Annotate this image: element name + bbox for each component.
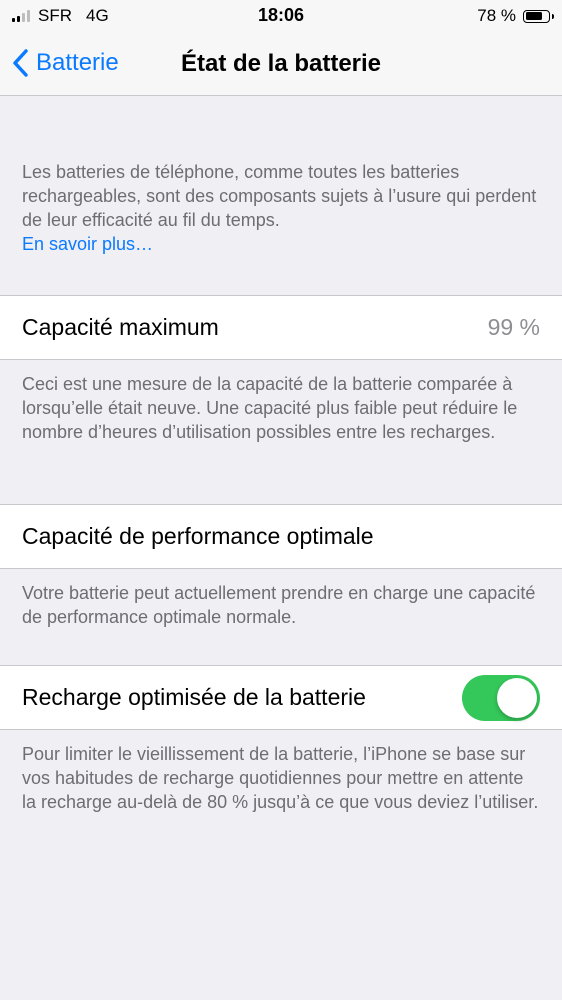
toggle-knob (497, 678, 537, 718)
status-right: 78 % (477, 6, 554, 26)
max-capacity-cell: Capacité maximum 99 % (0, 295, 562, 360)
page-title: État de la batterie (180, 50, 382, 77)
battery-icon (523, 9, 554, 23)
max-capacity-label: Capacité maximum (22, 314, 219, 340)
peak-performance-cell: Capacité de performance optimale (0, 504, 562, 569)
max-capacity-footer: Ceci est une mesure de la capacité de la… (22, 374, 518, 442)
battery-percent: 78 % (477, 6, 516, 25)
optimized-charging-toggle[interactable] (462, 675, 540, 721)
status-bar: SFR 4G 18:06 78 % (0, 0, 562, 34)
optimized-charging-footer: Pour limiter le vieillissement de la bat… (22, 744, 539, 812)
peak-performance-label: Capacité de performance optimale (22, 523, 374, 549)
peak-performance-footer: Votre batterie peut actuellement prendre… (22, 583, 536, 627)
intro-section: Les batteries de téléphone, comme toutes… (22, 160, 542, 256)
optimized-charging-cell: Recharge optimisée de la batterie (0, 665, 562, 730)
optimized-charging-label: Recharge optimisée de la batterie (22, 684, 366, 710)
navigation-bar: Batterie État de la batterie (0, 34, 562, 96)
intro-text: Les batteries de téléphone, comme toutes… (22, 162, 537, 230)
max-capacity-value: 99 % (487, 314, 540, 340)
learn-more-link[interactable]: En savoir plus… (22, 232, 542, 256)
